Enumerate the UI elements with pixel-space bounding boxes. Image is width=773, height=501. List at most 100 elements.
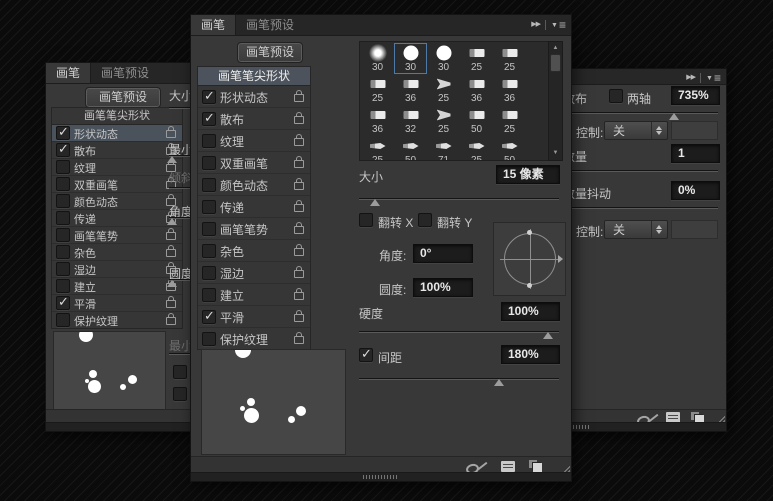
flip-y-checkbox[interactable] <box>418 213 432 227</box>
collapse-panel-icon[interactable]: ▶▶ <box>531 20 540 30</box>
count-value-field[interactable]: 1 <box>671 144 720 163</box>
brush-presets-button[interactable]: 画笔预设 <box>238 43 302 62</box>
brush-preset-cell[interactable]: 32 <box>394 105 427 136</box>
flip-jitter-checkbox[interactable] <box>173 387 187 401</box>
brush-tip-shape-header[interactable]: 画笔笔尖形状 <box>52 108 182 125</box>
option-checkbox[interactable] <box>56 262 70 276</box>
option-checkbox[interactable] <box>56 313 70 327</box>
lock-icon[interactable] <box>294 336 304 344</box>
scroll-up-icon[interactable]: ▲ <box>549 44 562 53</box>
size-value-field[interactable]: 15 像素 <box>496 165 560 184</box>
lock-icon[interactable] <box>166 300 176 308</box>
spacing-value-field[interactable]: 180% <box>501 345 560 364</box>
dial-arrow-icon[interactable] <box>558 255 563 263</box>
slider-track[interactable] <box>563 207 718 209</box>
brush-option-row[interactable]: 散布 <box>52 142 182 159</box>
brush-option-row[interactable]: 颜色动态 <box>198 174 310 196</box>
slider-track[interactable] <box>563 112 718 114</box>
control2-dropdown[interactable]: 关 <box>604 220 668 239</box>
panel-menu-icon[interactable]: ▼≡ <box>551 20 566 30</box>
lock-icon[interactable] <box>294 116 304 124</box>
count-slider[interactable] <box>563 167 718 177</box>
brush-option-row[interactable]: 形状动态 <box>198 86 310 108</box>
scroll-down-icon[interactable]: ▼ <box>549 149 562 158</box>
slider-track[interactable] <box>359 198 559 200</box>
both-axes-checkbox[interactable] <box>609 89 623 103</box>
brush-option-row[interactable]: 保护纹理 <box>52 312 182 328</box>
roundness-value-field[interactable]: 100% <box>413 278 473 297</box>
option-checkbox[interactable] <box>56 296 70 310</box>
brush-option-row[interactable]: 颜色动态 <box>52 193 182 210</box>
brush-option-row[interactable]: 湿边 <box>52 261 182 278</box>
brush-option-row[interactable]: 建立 <box>52 278 182 295</box>
option-checkbox[interactable] <box>56 143 70 157</box>
brush-option-row[interactable]: 保护纹理 <box>198 328 310 349</box>
control1-dropdown[interactable]: 关 <box>604 121 668 140</box>
brush-tip-shape-header[interactable]: 画笔笔尖形状 <box>198 67 310 86</box>
lock-icon[interactable] <box>294 314 304 322</box>
brush-preset-cell[interactable]: 25 <box>460 136 493 161</box>
brush-preset-cell[interactable]: 50 <box>394 136 427 161</box>
front-panel-dock-bar[interactable] <box>191 472 571 481</box>
tab-brush[interactable]: 画笔 <box>191 15 236 35</box>
brush-preset-cell[interactable]: 30 <box>427 43 460 74</box>
brush-preset-cell[interactable]: 25 <box>361 136 394 161</box>
scrollbar-thumb[interactable] <box>550 54 561 72</box>
slider-thumb[interactable] <box>167 156 177 163</box>
brush-option-row[interactable]: 湿边 <box>198 262 310 284</box>
lock-icon[interactable] <box>294 292 304 300</box>
option-checkbox[interactable] <box>202 288 216 302</box>
panel-menu-icon[interactable]: ▼≡ <box>706 73 721 83</box>
brush-preset-cell[interactable]: 25 <box>493 43 526 74</box>
lock-icon[interactable] <box>294 204 304 212</box>
lock-icon[interactable] <box>166 130 176 138</box>
slider-thumb[interactable] <box>494 379 504 386</box>
slider-thumb[interactable] <box>543 332 553 339</box>
option-checkbox[interactable] <box>56 160 70 174</box>
brush-grid-scrollbar[interactable]: ▲ ▼ <box>548 41 563 161</box>
option-checkbox[interactable] <box>202 310 216 324</box>
option-checkbox[interactable] <box>202 156 216 170</box>
brush-preset-cell[interactable]: 71 <box>427 136 460 161</box>
collapse-panel-icon[interactable]: ▶▶ <box>686 73 695 83</box>
spacing-checkbox[interactable] <box>359 348 373 362</box>
slider-track[interactable] <box>563 170 718 172</box>
brush-preset-cell[interactable]: 30 <box>361 43 394 74</box>
option-checkbox[interactable] <box>56 177 70 191</box>
brush-preset-cell[interactable]: 25 <box>460 43 493 74</box>
brush-option-row[interactable]: 画笔笔势 <box>52 227 182 244</box>
brush-preset-cell[interactable]: 25 <box>427 74 460 105</box>
slider-thumb[interactable] <box>167 218 177 225</box>
scatter-slider[interactable] <box>563 109 718 119</box>
option-checkbox[interactable] <box>202 200 216 214</box>
spacing-slider[interactable] <box>359 375 559 385</box>
lock-icon[interactable] <box>294 94 304 102</box>
lock-icon[interactable] <box>166 232 176 240</box>
size-slider[interactable] <box>359 195 559 205</box>
scatter-value-field[interactable]: 735% <box>671 86 720 105</box>
tab-brush-presets[interactable]: 画笔预设 <box>91 63 159 83</box>
brush-option-row[interactable]: 传递 <box>52 210 182 227</box>
lock-icon[interactable] <box>294 182 304 190</box>
slider-thumb[interactable] <box>370 199 380 206</box>
new-brush-icon[interactable] <box>529 460 542 472</box>
brush-preset-cell[interactable]: 25 <box>361 74 394 105</box>
scatter-panel-dock-bar[interactable] <box>561 422 726 431</box>
brush-option-row[interactable]: 平滑 <box>52 295 182 312</box>
brush-preset-cell[interactable]: 36 <box>394 74 427 105</box>
lock-icon[interactable] <box>294 226 304 234</box>
slider-track[interactable] <box>359 331 559 333</box>
preset-manager-icon[interactable] <box>501 461 515 472</box>
count-jitter-value-field[interactable]: 0% <box>671 181 720 200</box>
option-checkbox[interactable] <box>56 194 70 208</box>
brush-preset-cell[interactable]: 36 <box>361 105 394 136</box>
brush-option-row[interactable]: 杂色 <box>198 240 310 262</box>
brush-option-row[interactable]: 双重画笔 <box>52 176 182 193</box>
brush-option-row[interactable]: 平滑 <box>198 306 310 328</box>
tab-brush[interactable]: 画笔 <box>46 63 91 83</box>
angle-roundness-dial[interactable] <box>493 222 566 296</box>
slider-track[interactable] <box>359 378 559 380</box>
hardness-value-field[interactable]: 100% <box>501 302 560 321</box>
dial-top-handle[interactable] <box>527 230 532 235</box>
flip-x-checkbox[interactable] <box>359 213 373 227</box>
